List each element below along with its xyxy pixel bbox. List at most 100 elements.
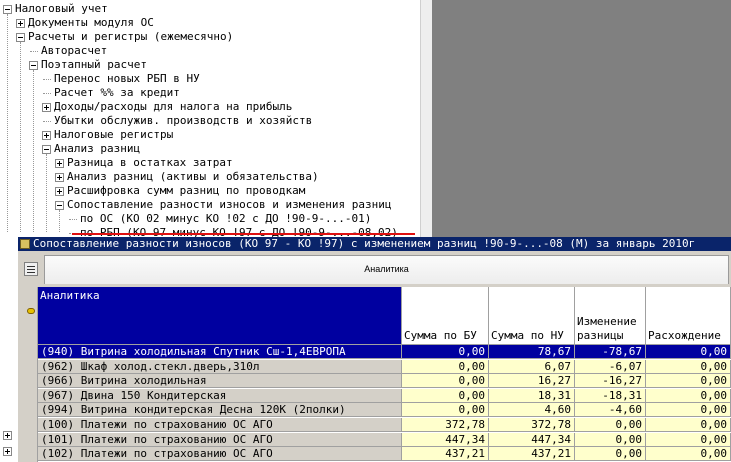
cell-sum-nu[interactable]: 6,07 — [489, 359, 575, 374]
cell-change[interactable]: 0,00 — [575, 418, 646, 432]
table-row[interactable]: (967) Двина 150 Кондитерская 0,00 18,31 -18… — [38, 388, 731, 403]
collapse-icon[interactable] — [16, 33, 25, 42]
list-icon[interactable] — [24, 262, 38, 276]
cell-diff[interactable]: 0,00 — [646, 359, 731, 374]
collapse-icon[interactable] — [3, 5, 12, 14]
column-header-sum-nu[interactable]: Сумма по НУ — [489, 287, 575, 345]
cell-analytics[interactable]: (102) Платежи по страхованию ОС АГО — [38, 447, 402, 462]
table-row[interactable]: (101) Платежи по страхованию ОС АГО 447,3… — [38, 432, 731, 447]
cell-diff[interactable]: 0,00 — [646, 447, 731, 462]
tree-guide-line — [59, 210, 60, 232]
tree-node[interactable]: Доходы/расходы для налога на прибыль — [54, 100, 292, 113]
tree-node[interactable]: по ОС (КО 02 минус КО !02 с ДО !90-9-...… — [80, 212, 371, 225]
collapse-icon[interactable] — [55, 201, 64, 210]
expand-icon[interactable] — [55, 187, 64, 196]
cell-analytics[interactable]: (940) Витрина холодильная Спутник Сш-1,4… — [38, 345, 402, 359]
column-header-diff[interactable]: Расхождение — [646, 287, 731, 345]
tree-view[interactable]: Налоговый учет Документы модуля ОС Расчеты… — [0, 0, 420, 240]
tree-node[interactable]: Налоговый учет — [15, 2, 108, 15]
cell-change[interactable]: 0,00 — [575, 432, 646, 447]
tree-node[interactable]: Разница в остатках затрат — [67, 156, 233, 169]
window-title-bar[interactable]: Сопоставление разности износов (КО 97 - … — [18, 237, 731, 251]
report-window: Сопоставление разности износов (КО 97 - … — [18, 237, 731, 462]
data-grid[interactable]: Аналитика Сумма по БУ Сумма по НУ Измене… — [24, 287, 731, 462]
tree-node[interactable]: Сопоставление разности износов и изменен… — [67, 198, 392, 211]
table-row[interactable]: (940) Витрина холодильная Спутник Сш-1,4… — [38, 345, 731, 359]
cell-sum-bu[interactable]: 0,00 — [402, 388, 489, 403]
cell-sum-nu[interactable]: 16,27 — [489, 374, 575, 389]
expand-icon[interactable] — [42, 131, 51, 140]
column-header-label: Сумма по НУ — [491, 329, 564, 342]
collapse-icon[interactable] — [29, 61, 38, 70]
cell-sum-bu[interactable]: 0,00 — [402, 374, 489, 389]
tree-node[interactable]: Убытки обслужив. производств и хозяйств — [54, 114, 312, 127]
cell-sum-nu[interactable]: 447,34 — [489, 432, 575, 447]
cell-change[interactable]: -6,07 — [575, 359, 646, 374]
tree-node[interactable]: Перенос новых РБП в НУ — [54, 72, 200, 85]
table-row[interactable]: (962) Шкаф холод.стекл.дверь,310л 0,00 6,0… — [38, 359, 731, 374]
cell-diff[interactable]: 0,00 — [646, 432, 731, 447]
column-header-analytics[interactable]: Аналитика — [38, 287, 402, 345]
window-title: Сопоставление разности износов (КО 97 - … — [33, 237, 696, 250]
cell-sum-bu[interactable]: 437,21 — [402, 447, 489, 462]
cell-sum-bu[interactable]: 0,00 — [402, 345, 489, 359]
table-row[interactable]: (100) Платежи по страхованию ОС АГО 372,7… — [38, 418, 731, 432]
tree-guide-line — [46, 154, 47, 232]
analytics-tab[interactable]: Аналитика — [44, 255, 729, 284]
collapse-icon[interactable] — [42, 145, 51, 154]
cell-sum-bu[interactable]: 447,34 — [402, 432, 489, 447]
tree-node[interactable]: Анализ разниц (активы и обязательства) — [67, 170, 319, 183]
tree-continuation — [0, 237, 18, 462]
table-row[interactable]: (966) Витрина холодильная 0,00 16,27 -16,27… — [38, 374, 731, 389]
expand-icon[interactable] — [55, 173, 64, 182]
expand-icon[interactable] — [42, 103, 51, 112]
expand-icon[interactable] — [16, 19, 25, 28]
cell-sum-nu[interactable]: 372,78 — [489, 418, 575, 432]
tree-connector — [43, 121, 51, 122]
table-row[interactable]: (994) Витрина кондитерская Десна 120К (2… — [38, 403, 731, 418]
cell-change[interactable]: -4,60 — [575, 403, 646, 418]
tree-node[interactable]: Расшифровка сумм разниц по проводкам — [67, 184, 305, 197]
empty-workspace — [432, 0, 731, 240]
tree-node[interactable]: Налоговые регистры — [54, 128, 173, 141]
table-row[interactable]: (102) Платежи по страхованию ОС АГО 437,2… — [38, 447, 731, 462]
cell-diff[interactable]: 0,00 — [646, 374, 731, 389]
cell-sum-bu[interactable]: 0,00 — [402, 359, 489, 374]
expand-icon[interactable] — [3, 431, 12, 440]
cell-sum-bu[interactable]: 0,00 — [402, 403, 489, 418]
column-header-change[interactable]: Изменение разницы — [575, 287, 646, 345]
expand-icon[interactable] — [3, 447, 12, 456]
tree-connector — [43, 93, 51, 94]
cell-analytics[interactable]: (100) Платежи по страхованию ОС АГО — [38, 418, 402, 432]
cell-diff[interactable]: 0,00 — [646, 388, 731, 403]
expand-icon[interactable] — [55, 159, 64, 168]
cell-diff[interactable]: 0,00 — [646, 345, 731, 359]
cell-change[interactable]: -78,67 — [575, 345, 646, 359]
cell-analytics[interactable]: (967) Двина 150 Кондитерская — [38, 388, 402, 403]
tree-node[interactable]: Расчеты и регистры (ежемесячно) — [28, 30, 233, 43]
cell-sum-bu[interactable]: 372,78 — [402, 418, 489, 432]
tree-node[interactable]: Анализ разниц — [54, 142, 140, 155]
cell-sum-nu[interactable]: 4,60 — [489, 403, 575, 418]
toolbar: Аналитика — [18, 251, 731, 285]
cell-analytics[interactable]: (966) Витрина холодильная — [38, 374, 402, 389]
cell-change[interactable]: -18,31 — [575, 388, 646, 403]
cell-change[interactable]: 0,00 — [575, 447, 646, 462]
sort-marker-icon[interactable] — [27, 308, 35, 314]
cell-diff[interactable]: 0,00 — [646, 403, 731, 418]
cell-sum-nu[interactable]: 18,31 — [489, 388, 575, 403]
tree-node[interactable]: Документы модуля ОС — [28, 16, 154, 29]
column-header-label: Сумма по БУ — [404, 329, 477, 342]
tree-node[interactable]: Авторасчет — [41, 44, 107, 57]
tree-node[interactable]: Расчет %% за кредит — [54, 86, 180, 99]
cell-analytics[interactable]: (994) Витрина кондитерская Десна 120К (2… — [38, 403, 402, 418]
column-header-label: Изменение разницы — [577, 315, 637, 342]
column-header-sum-bu[interactable]: Сумма по БУ — [402, 287, 489, 345]
cell-sum-nu[interactable]: 78,67 — [489, 345, 575, 359]
cell-analytics[interactable]: (101) Платежи по страхованию ОС АГО — [38, 432, 402, 447]
cell-sum-nu[interactable]: 437,21 — [489, 447, 575, 462]
cell-change[interactable]: -16,27 — [575, 374, 646, 389]
cell-diff[interactable]: 0,00 — [646, 418, 731, 432]
tree-node[interactable]: Поэтапный расчет — [41, 58, 147, 71]
cell-analytics[interactable]: (962) Шкаф холод.стекл.дверь,310л — [38, 359, 402, 374]
